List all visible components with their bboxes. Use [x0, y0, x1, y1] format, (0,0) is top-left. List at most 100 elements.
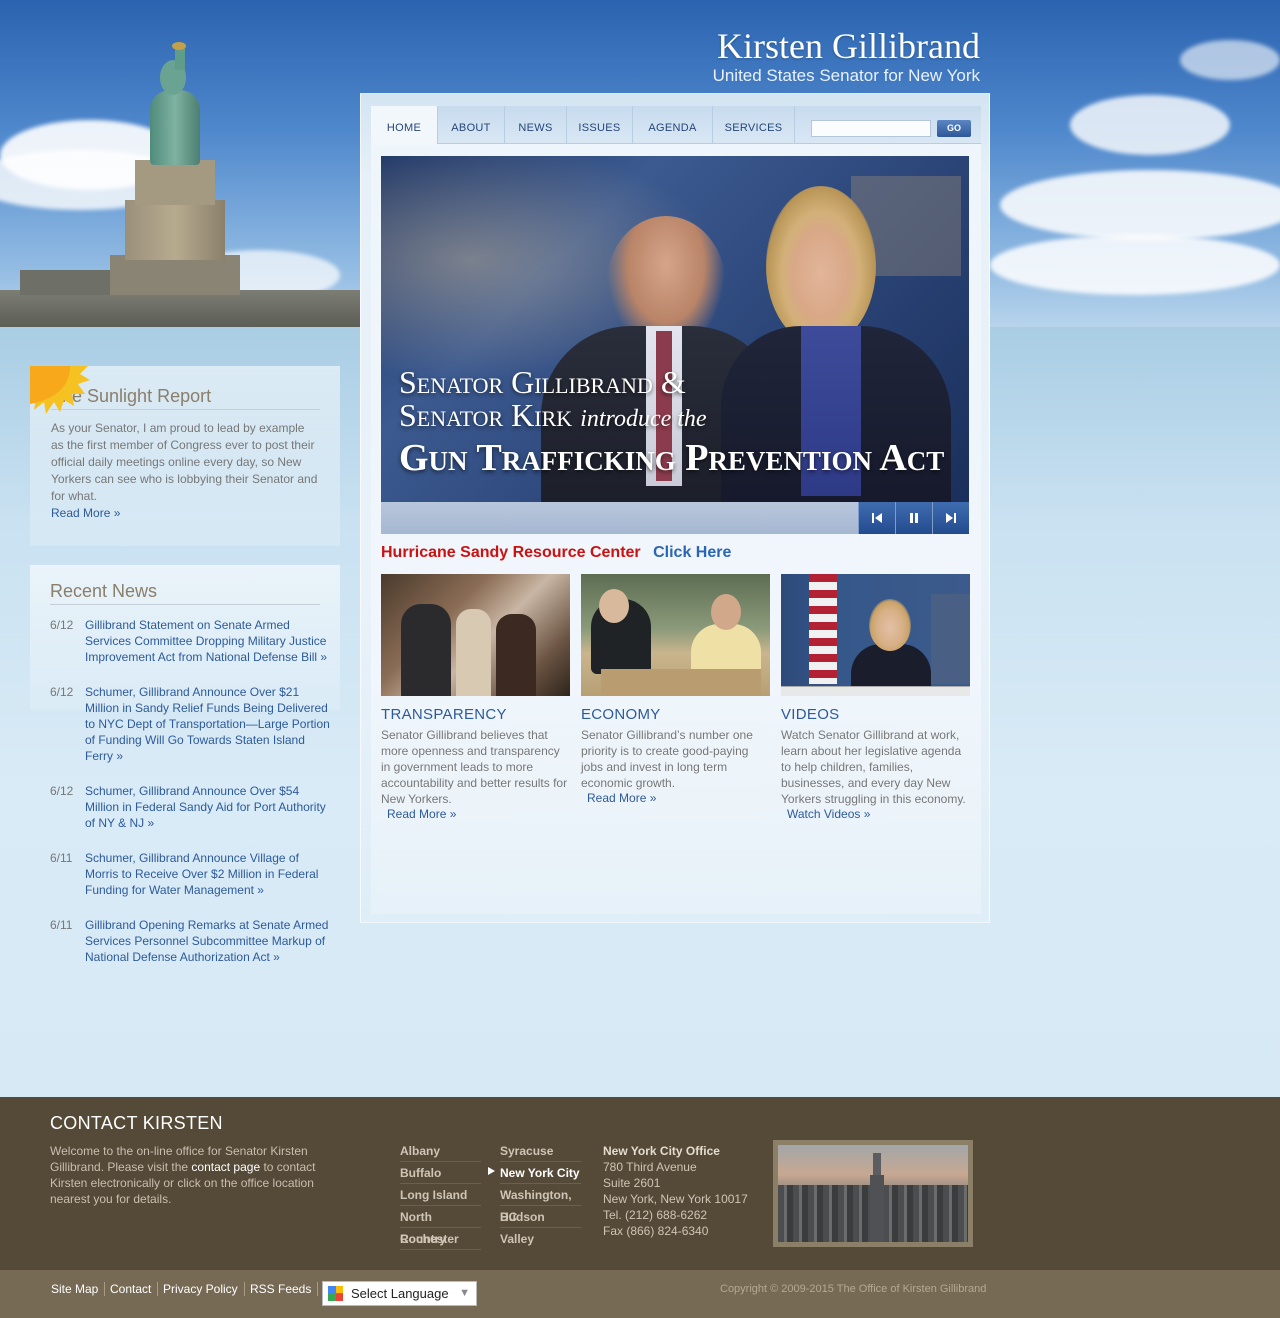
dropdown-arrow-icon: ▼ [459, 1287, 470, 1299]
select-language-dropdown[interactable]: Select Language ▼ [322, 1281, 477, 1306]
feature-title[interactable]: ECONOMY [581, 706, 771, 723]
main-nav: HOME ABOUT NEWS ISSUES AGENDA SERVICES G… [371, 106, 981, 145]
read-more-link[interactable]: Read More » [587, 791, 771, 805]
news-date: 6/11 [50, 918, 73, 932]
feature-videos: VIDEOS Watch Senator Gillibrand at work,… [781, 574, 971, 821]
statue-of-liberty-image [0, 0, 360, 327]
news-link[interactable]: Schumer, Gillibrand Announce Over $54 Mi… [85, 783, 330, 831]
news-link[interactable]: Gillibrand Statement on Senate Armed Ser… [85, 617, 330, 665]
feature-transparency: TRANSPARENCY Senator Gillibrand believes… [381, 574, 571, 821]
main-content-inner: HOME ABOUT NEWS ISSUES AGENDA SERVICES G… [371, 106, 981, 914]
list-item: 6/12 Schumer, Gillibrand Announce Over $… [50, 684, 330, 764]
office-name: New York City Office [603, 1144, 720, 1158]
slide-headline-line2: Senator Kirk introduce the [399, 399, 969, 436]
office-long-island[interactable]: Long Island [400, 1184, 481, 1206]
senator-name: Kirsten Gillibrand [717, 26, 980, 66]
feature-description: Watch Senator Gillibrand at work, learn … [781, 728, 966, 806]
office-washington-dc[interactable]: Washington, DC [500, 1184, 581, 1224]
search-input[interactable] [811, 120, 931, 137]
feature-title[interactable]: VIDEOS [781, 706, 971, 723]
office-syracuse[interactable]: Syracuse [500, 1140, 581, 1162]
pause-icon[interactable] [895, 502, 932, 534]
read-more-link[interactable]: Read More » [387, 807, 571, 821]
feature-economy: ECONOMY Senator Gillibrand’s number one … [581, 574, 771, 805]
news-date: 6/12 [50, 618, 74, 632]
videos-photo[interactable] [781, 574, 970, 696]
news-date: 6/12 [50, 685, 74, 699]
senator-subtitle: United States Senator for New York [712, 66, 980, 85]
office-city: New York, New York 10017 [603, 1192, 748, 1206]
economy-photo[interactable] [581, 574, 770, 696]
sunlight-text-body: As your Senator, I am proud to lead by e… [51, 421, 318, 503]
contact-footer: CONTACT KIRSTEN Welcome to the on-line o… [0, 1097, 1280, 1270]
nav-services[interactable]: SERVICES [713, 106, 795, 144]
list-item: 6/11 Schumer, Gillibrand Announce Villag… [50, 850, 330, 898]
news-link[interactable]: Schumer, Gillibrand Announce Village of … [85, 850, 330, 898]
footer-divider [104, 1282, 105, 1296]
google-translate-icon [328, 1286, 343, 1301]
next-icon[interactable] [932, 502, 969, 534]
feature-description: Senator Gillibrand believes that more op… [381, 728, 568, 806]
slide-headline-line3: Gun Trafficking Prevention Act [399, 437, 945, 479]
office-rochester[interactable]: Rochester [400, 1228, 481, 1250]
nav-issues[interactable]: ISSUES [567, 106, 633, 144]
footer-bottom-bar: Site Map Contact Privacy Policy RSS Feed… [0, 1270, 1280, 1318]
office-tel: Tel. (212) 688-6262 [603, 1208, 708, 1222]
recent-news-title: Recent News [50, 581, 320, 605]
office-new-york-city[interactable]: New York City [500, 1162, 581, 1184]
slide-line2-italic: introduce the [580, 406, 707, 432]
news-link[interactable]: Gillibrand Opening Remarks at Senate Arm… [85, 917, 330, 965]
office-address1: 780 Third Avenue [603, 1160, 697, 1174]
slide-headline: Senator Gillibrand & Senator Kirk introd… [399, 366, 969, 480]
contact-link[interactable]: Contact [110, 1282, 151, 1296]
site-title[interactable]: Kirsten Gillibrand United States Senator… [713, 28, 980, 86]
feature-description: Senator Gillibrand’s number one priority… [581, 728, 753, 790]
search-go-button[interactable]: GO [937, 120, 971, 137]
nav-home[interactable]: HOME [371, 106, 437, 145]
footer-divider [317, 1282, 318, 1296]
rss-feeds-link[interactable]: RSS Feeds [250, 1282, 311, 1296]
office-fax: Fax (866) 824-6340 [603, 1224, 709, 1238]
news-date: 6/11 [50, 851, 73, 865]
main-content-panel: HOME ABOUT NEWS ISSUES AGENDA SERVICES G… [360, 93, 990, 923]
news-link[interactable]: Schumer, Gillibrand Announce Over $21 Mi… [85, 684, 330, 764]
nav-news[interactable]: NEWS [505, 106, 567, 144]
nav-about[interactable]: ABOUT [437, 106, 505, 144]
footer-divider [244, 1282, 245, 1296]
list-item: 6/12 Gillibrand Statement on Senate Arme… [50, 617, 330, 665]
list-item: 6/12 Schumer, Gillibrand Announce Over $… [50, 783, 330, 831]
office-hudson-valley[interactable]: Hudson Valley [500, 1206, 581, 1246]
office-buffalo[interactable]: Buffalo [400, 1162, 481, 1184]
office-details: New York City Office 780 Third Avenue Su… [603, 1143, 748, 1239]
news-date: 6/12 [50, 784, 74, 798]
slide-line2-main: Senator Kirk [399, 397, 573, 433]
watch-videos-link[interactable]: Watch Videos » [787, 807, 971, 821]
sunlight-report-title[interactable]: The Sunlight Report [51, 386, 320, 410]
office-north-country[interactable]: North Country [400, 1206, 481, 1246]
recent-news-list: 6/12 Gillibrand Statement on Senate Arme… [50, 617, 330, 984]
contact-text: Welcome to the on-line office for Senato… [50, 1143, 325, 1207]
sunlight-read-more-link[interactable]: Read More » [51, 506, 120, 520]
office-albany[interactable]: Albany [400, 1140, 481, 1162]
sunlight-report-text: As your Senator, I am proud to lead by e… [51, 420, 320, 522]
selected-arrow-icon [488, 1167, 495, 1175]
list-item: 6/11 Gillibrand Opening Remarks at Senat… [50, 917, 330, 965]
slideshow-controls-bar [381, 502, 969, 534]
copyright-text: Copyright © 2009-2015 The Office of Kirs… [720, 1283, 987, 1295]
prev-icon[interactable] [858, 502, 895, 534]
hurricane-label[interactable]: Hurricane Sandy Resource Center [381, 544, 641, 561]
transparency-photo[interactable] [381, 574, 570, 696]
sun-icon [30, 366, 90, 414]
office-address2: Suite 2601 [603, 1176, 661, 1190]
feature-title[interactable]: TRANSPARENCY [381, 706, 571, 723]
footer-divider [157, 1282, 158, 1296]
contact-page-link[interactable]: contact page [191, 1160, 260, 1174]
slide-headline-line1: Senator Gillibrand & [399, 364, 686, 400]
featured-slideshow[interactable]: Senator Gillibrand & Senator Kirk introd… [381, 156, 969, 502]
site-map-link[interactable]: Site Map [51, 1282, 98, 1296]
select-language-label: Select Language [351, 1286, 449, 1301]
contact-title: CONTACT KIRSTEN [50, 1113, 223, 1133]
nav-agenda[interactable]: AGENDA [633, 106, 713, 144]
hurricane-click-here-link[interactable]: Click Here [653, 544, 731, 561]
privacy-policy-link[interactable]: Privacy Policy [163, 1282, 238, 1296]
